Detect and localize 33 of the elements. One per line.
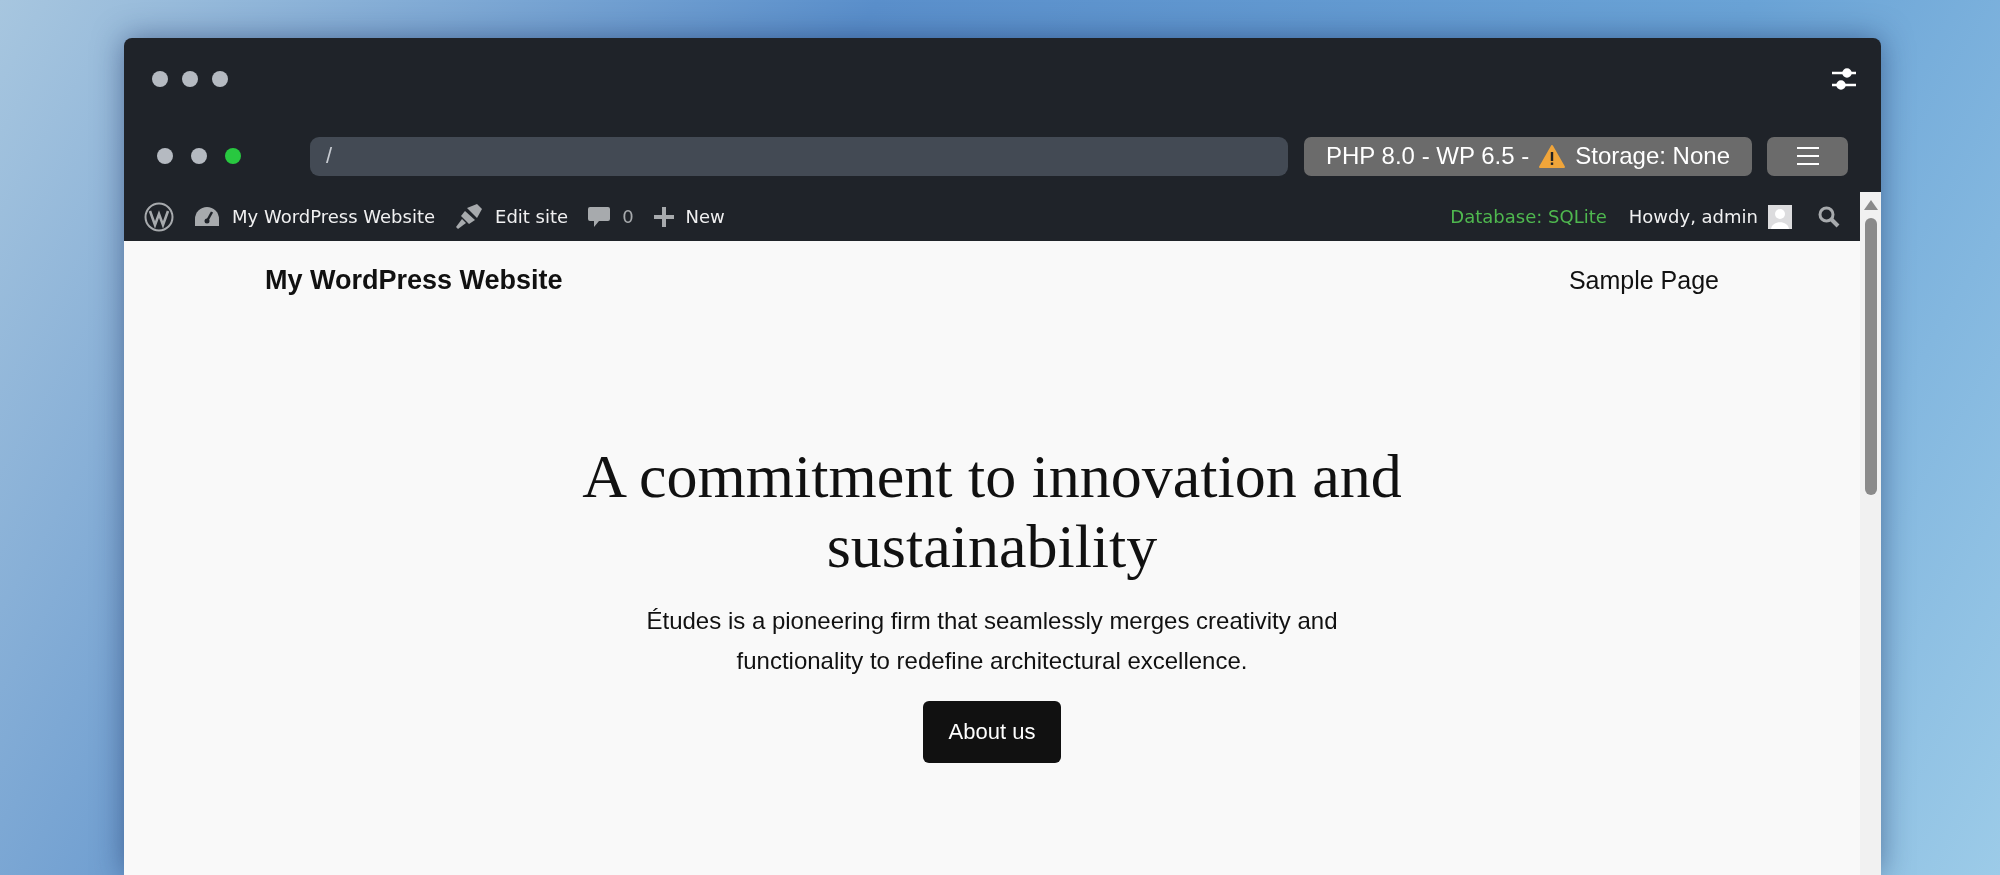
window-dot: [152, 71, 168, 87]
settings-icon[interactable]: [1831, 67, 1857, 91]
environment-badge[interactable]: PHP 8.0 - WP 6.5 - Storage: None: [1304, 136, 1752, 176]
scrollbar-thumb[interactable]: [1864, 218, 1877, 495]
edit-site-link[interactable]: Edit site: [445, 192, 579, 241]
window-dot[interactable]: [157, 148, 173, 164]
window-dot[interactable]: [191, 148, 207, 164]
database-status: Database: SQLite: [1450, 206, 1607, 227]
plus-icon: [653, 206, 674, 227]
scroll-up-arrow-icon[interactable]: [1863, 200, 1878, 210]
window-dot: [182, 71, 198, 87]
menu-icon: [1796, 146, 1819, 166]
window-dot[interactable]: [225, 148, 241, 164]
site-title[interactable]: My WordPress Website: [265, 264, 563, 296]
search-icon[interactable]: [1818, 205, 1840, 228]
dashboard-gauge-icon: [194, 205, 220, 228]
paint-brush-icon: [455, 203, 484, 230]
wordpress-logo-icon[interactable]: [144, 201, 174, 232]
about-us-button[interactable]: About us: [922, 701, 1062, 763]
account-link[interactable]: Howdy, admin: [1628, 204, 1792, 229]
hero-heading: A commitment to innovation and sustainability: [581, 441, 1403, 581]
warning-icon: [1539, 144, 1566, 168]
version-label: PHP 8.0 - WP 6.5 -: [1326, 142, 1530, 170]
window-dot: [212, 71, 228, 87]
menu-button[interactable]: [1767, 136, 1848, 176]
storage-label: Storage: None: [1575, 142, 1730, 170]
speech-bubble-icon: [588, 205, 611, 228]
site-name-link[interactable]: My WordPress Website: [184, 192, 446, 241]
new-content-link[interactable]: New: [643, 192, 735, 241]
address-field[interactable]: /: [310, 136, 1288, 176]
nav-link[interactable]: Sample Page: [1568, 265, 1719, 295]
hero-description: Études is a pioneering firm that seamlessly merges creativity and functionality to redefine architectural excellence.: [645, 606, 1339, 676]
comments-link[interactable]: 0: [578, 192, 644, 241]
